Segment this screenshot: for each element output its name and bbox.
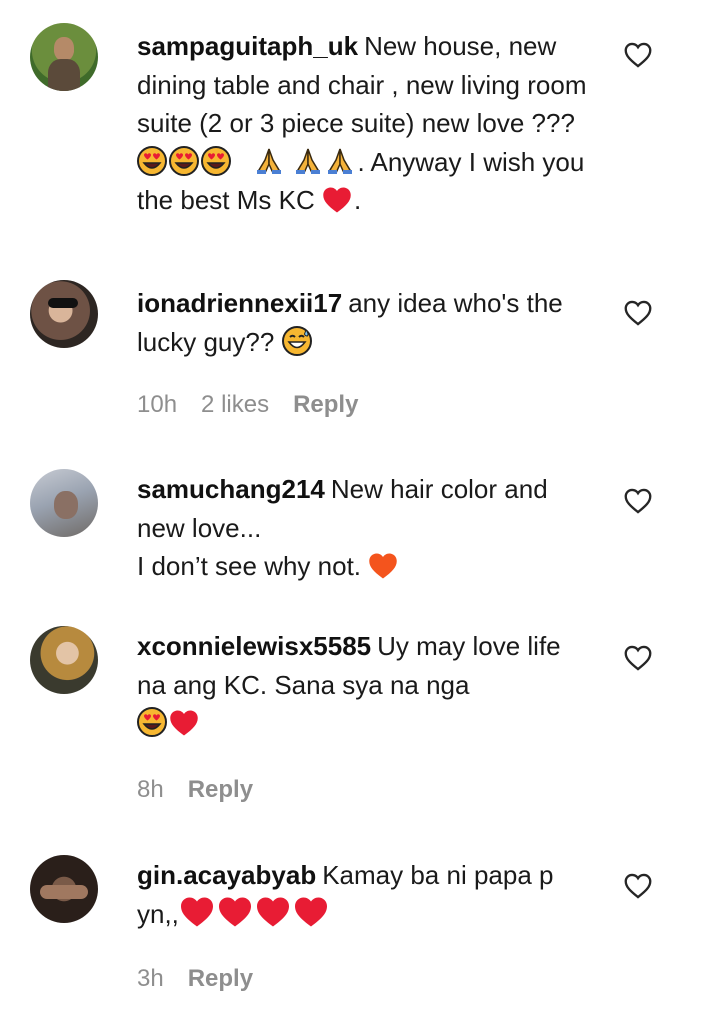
red-heart-emoji [255, 896, 291, 928]
comment-username[interactable]: sampaguitaph_uk [137, 31, 358, 61]
like-heart-icon[interactable] [624, 645, 652, 671]
comment-text: samuchang214 New hair color and new love.… [137, 470, 587, 586]
red-heart-emoji [217, 896, 253, 928]
comment-text: sampaguitaph_uk New house, new dining tab… [137, 27, 587, 220]
comment-username[interactable]: xconnielewisx5585 [137, 631, 371, 661]
comment-time: 10h [137, 391, 178, 418]
comment-meta: 8h Reply [137, 776, 277, 804]
red-heart-emoji [322, 186, 352, 214]
comment-text: xconnielewisx5585 Uy may love life na ang… [137, 627, 587, 743]
comment-likes-count[interactable]: 2 likes [201, 391, 269, 418]
reply-button[interactable]: Reply [188, 965, 253, 992]
avatar[interactable] [30, 855, 98, 923]
avatar[interactable] [30, 626, 98, 694]
avatar[interactable] [30, 280, 98, 348]
red-heart-emoji [179, 896, 215, 928]
praying-hands-emoji [293, 146, 323, 176]
comment-username[interactable]: gin.acayabyab [137, 860, 316, 890]
like-heart-icon[interactable] [624, 488, 652, 514]
like-heart-icon[interactable] [624, 42, 652, 68]
comment-body: . [353, 185, 362, 215]
reply-button[interactable]: Reply [293, 391, 358, 418]
comment-username[interactable]: ionadriennexii17 [137, 288, 342, 318]
red-heart-emoji [293, 896, 329, 928]
comment-meta: 10h 2 likes Reply [137, 391, 382, 419]
heart-eyes-emoji [201, 146, 231, 176]
heart-eyes-emoji [169, 146, 199, 176]
sweat-smile-emoji [282, 326, 312, 356]
comment-meta: 3h Reply [137, 965, 277, 993]
praying-hands-emoji [254, 146, 284, 176]
reply-button[interactable]: Reply [188, 776, 253, 803]
comment-text: ionadriennexii17 any idea who's the lucky… [137, 284, 587, 361]
like-heart-icon[interactable] [624, 300, 652, 326]
heart-eyes-emoji [137, 146, 167, 176]
comment-text: gin.acayabyab Kamay ba ni papa p yn,, [137, 856, 587, 933]
heart-eyes-emoji [137, 707, 167, 737]
avatar[interactable] [30, 23, 98, 91]
comment-time: 8h [137, 776, 164, 803]
comment-body: I don’t see why not. [137, 551, 362, 581]
orange-heart-emoji [368, 552, 398, 580]
like-heart-icon[interactable] [624, 873, 652, 899]
comment-username[interactable]: samuchang214 [137, 474, 325, 504]
praying-hands-emoji [325, 146, 355, 176]
red-heart-emoji [169, 709, 199, 737]
avatar[interactable] [30, 469, 98, 537]
comment-time: 3h [137, 965, 164, 992]
